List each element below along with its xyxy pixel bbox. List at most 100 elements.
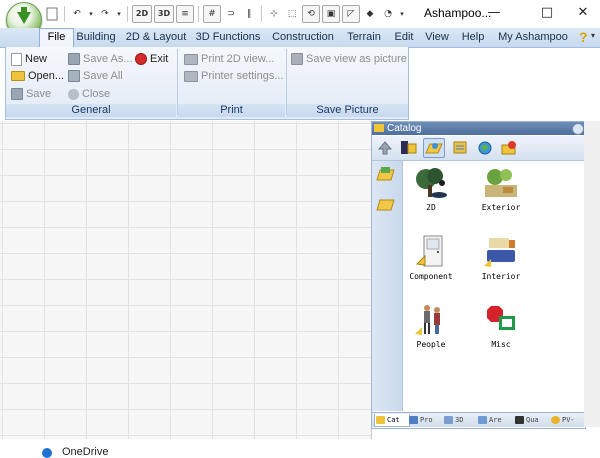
tab-area[interactable]: Are — [477, 414, 511, 426]
catalog-book-icon[interactable] — [399, 139, 419, 157]
tab-help[interactable]: Help — [456, 29, 490, 46]
save-button[interactable]: Save — [11, 86, 51, 102]
group-print-label: Print — [178, 104, 285, 117]
group-save-picture-label: Save Picture — [287, 104, 408, 117]
save-as-button[interactable]: Save As... — [68, 51, 133, 67]
catalog-item-interior[interactable]: Interior — [461, 234, 541, 281]
help-question-icon[interactable]: ? — [579, 29, 588, 45]
catalog-item-component[interactable]: Component — [391, 234, 471, 281]
tab-edit[interactable]: Edit — [389, 29, 419, 46]
sofa-icon — [481, 234, 521, 270]
open-folder-icon — [11, 71, 25, 81]
catalog-open-folder-icon[interactable] — [423, 138, 445, 158]
ribbon-panel: New Open... Save Save As... Save All Clo… — [5, 47, 409, 120]
toolbar-separator — [198, 6, 199, 22]
measure-icon[interactable]: ∥ — [241, 6, 257, 22]
toolbar-separator — [127, 6, 128, 22]
plan-canvas[interactable] — [0, 121, 372, 439]
tab-label: Cat — [387, 416, 400, 424]
tab-label: PV- — [562, 416, 575, 424]
redo-dropdown-icon[interactable]: ▾ — [115, 6, 123, 22]
group-general: New Open... Save Save As... Save All Clo… — [6, 47, 176, 119]
exit-label: Exit — [150, 53, 169, 65]
undo-dropdown-icon[interactable]: ▾ — [87, 6, 95, 22]
new-doc-icon[interactable] — [44, 6, 60, 22]
paint-icon[interactable]: ◔ — [380, 6, 396, 22]
tab-pv[interactable]: PV- — [550, 414, 584, 426]
catalog-up-icon[interactable] — [375, 139, 395, 157]
fill-icon[interactable]: ◆ — [362, 6, 378, 22]
tab-project[interactable]: Pro — [408, 414, 442, 426]
tab-view[interactable]: View — [421, 29, 453, 46]
tab-3d-functions[interactable]: 3D Functions — [191, 29, 265, 46]
open-label: Open... — [28, 70, 65, 82]
rotate-icon[interactable]: ⟲ — [302, 5, 320, 23]
select-icon[interactable]: ⬚ — [284, 6, 300, 22]
save-as-icon — [68, 53, 80, 65]
close-doc-icon — [68, 88, 79, 100]
tab-label: Qua — [526, 416, 539, 424]
catalog-item-misc[interactable]: Misc — [461, 302, 541, 349]
tab-label: 3D — [455, 416, 464, 424]
onedrive-label[interactable]: OneDrive — [62, 446, 108, 458]
catalog-item-2d[interactable]: 2D — [391, 165, 471, 212]
catalog-header: Catalog — [372, 122, 584, 135]
tab-terrain[interactable]: Terrain — [341, 29, 387, 46]
save-disk-icon — [11, 88, 23, 100]
grid-icon[interactable]: # — [203, 5, 221, 23]
door-icon — [411, 234, 451, 270]
catalog-pin-icon[interactable] — [572, 123, 584, 135]
tab-label: Are — [489, 416, 502, 424]
catalog-item-people[interactable]: People — [391, 302, 471, 349]
print-2d-button[interactable]: Print 2D view... — [184, 51, 274, 67]
tab-file[interactable]: File — [39, 28, 74, 48]
catalog-item-exterior[interactable]: Exterior — [461, 165, 541, 212]
area-tab-icon — [478, 416, 487, 424]
exit-button[interactable]: Exit — [135, 51, 168, 67]
new-button[interactable]: New — [11, 51, 47, 67]
quantities-tab-icon — [515, 416, 524, 424]
onedrive-icon[interactable] — [42, 448, 52, 458]
undo-icon[interactable]: ↶ — [69, 6, 85, 22]
tab-construction[interactable]: Construction — [268, 29, 338, 46]
open-button[interactable]: Open... — [11, 68, 64, 84]
save-view-as-picture-button[interactable]: Save view as picture — [291, 51, 407, 67]
view-3d-button[interactable]: 3D — [154, 5, 174, 23]
tab-label: Pro — [420, 416, 433, 424]
printer-settings-icon — [184, 70, 198, 82]
ribbon-tab-row: File Building 2D & Layout 3D Functions C… — [0, 28, 600, 48]
catalog-favorites-icon[interactable] — [499, 139, 519, 157]
catalog-list-icon[interactable] — [451, 139, 471, 157]
catalog-folder-icon — [374, 124, 384, 132]
roof-icon[interactable]: ◸ — [342, 5, 360, 23]
walls-icon[interactable]: ≡ — [176, 5, 194, 23]
right-scrollbar[interactable] — [584, 121, 600, 427]
tab-3d[interactable]: 3D — [443, 414, 475, 426]
people-icon — [411, 302, 451, 338]
magnet-icon[interactable]: ⊃ — [223, 6, 239, 22]
new-file-icon — [11, 52, 22, 66]
tab-catalog[interactable]: Cat — [374, 414, 410, 427]
tab-building[interactable]: Building — [72, 29, 120, 46]
view-2d-button[interactable]: 2D — [132, 5, 152, 23]
maximize-button[interactable]: □ — [530, 0, 564, 24]
catalog-item-label: Misc — [491, 340, 511, 349]
save-all-label: Save All — [83, 70, 123, 82]
axis-icon[interactable]: ⊹ — [266, 6, 282, 22]
close-button[interactable]: ✕ — [566, 0, 600, 24]
printer-settings-button[interactable]: Printer settings... — [184, 68, 284, 84]
redo-icon[interactable]: ↷ — [97, 6, 113, 22]
picture-icon[interactable]: ▣ — [322, 5, 340, 23]
project-tab-icon — [409, 416, 418, 424]
customize-dropdown-icon[interactable]: ▾ — [398, 6, 406, 22]
catalog-title: Catalog — [387, 123, 422, 134]
save-all-button[interactable]: Save All — [68, 68, 123, 84]
catalog-globe-icon[interactable] — [475, 139, 495, 157]
help-dropdown-icon[interactable]: ▾ — [591, 31, 595, 40]
tab-my-ashampoo[interactable]: My Ashampoo — [494, 29, 572, 46]
arrow-head-icon — [17, 12, 31, 24]
minimize-button[interactable]: — — [477, 0, 511, 24]
tab-2d-layout[interactable]: 2D & Layout — [122, 29, 190, 46]
tab-quantities[interactable]: Qua — [514, 414, 548, 426]
close-doc-button[interactable]: Close — [68, 86, 110, 102]
